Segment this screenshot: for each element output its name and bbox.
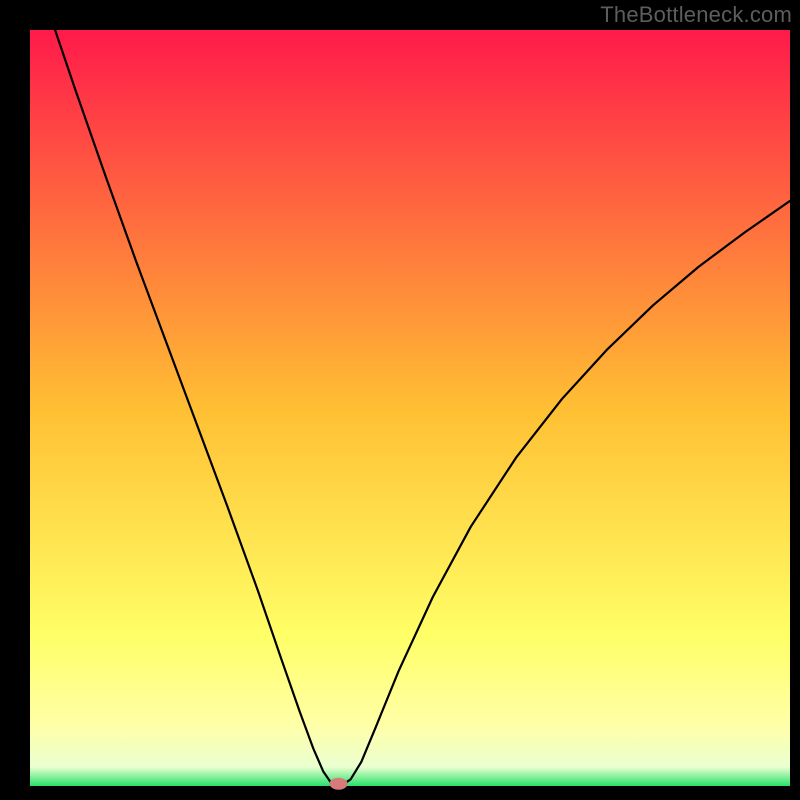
chart-plot-area	[30, 30, 790, 786]
optimal-point-marker	[330, 778, 348, 790]
bottleneck-chart	[0, 0, 800, 800]
chart-container: TheBottleneck.com	[0, 0, 800, 800]
watermark-label: TheBottleneck.com	[600, 2, 792, 28]
